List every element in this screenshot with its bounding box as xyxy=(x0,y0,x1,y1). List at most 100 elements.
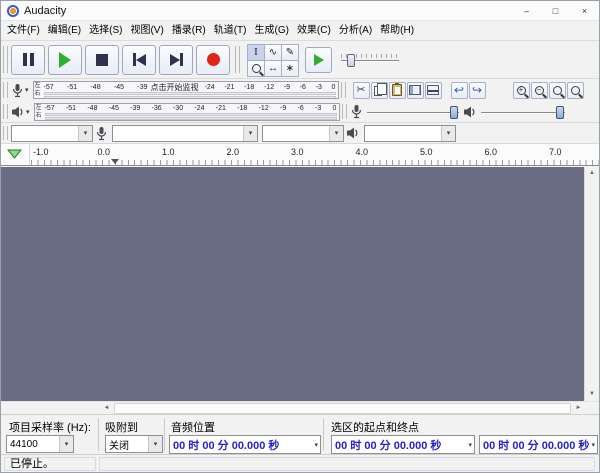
horizontal-scrollbar-thumb[interactable] xyxy=(114,403,571,414)
zoom-in-button[interactable]: + xyxy=(513,82,530,99)
vertical-scrollbar[interactable]: ▲ ▼ xyxy=(584,167,599,401)
timeline-play-triangle-icon[interactable] xyxy=(7,149,22,159)
chevron-down-icon[interactable]: ▾ xyxy=(590,441,596,449)
playback-volume-slider[interactable] xyxy=(481,104,565,120)
meter-scale-tick: -12 xyxy=(264,84,274,91)
pause-button[interactable] xyxy=(11,45,45,75)
paste-button[interactable] xyxy=(389,82,406,99)
menu-item[interactable]: 编辑(E) xyxy=(44,21,85,41)
ruler-tick-label: 5.0 xyxy=(420,147,485,157)
toolbar-grip[interactable] xyxy=(341,82,346,98)
scroll-up-button[interactable]: ▲ xyxy=(586,167,599,180)
chevron-down-icon[interactable]: ▾ xyxy=(467,441,473,449)
meter-scale-tick: -39 xyxy=(130,105,140,112)
cut-button[interactable]: ✂ xyxy=(353,82,370,99)
redo-button[interactable]: ↪ xyxy=(469,82,486,99)
speaker-icon xyxy=(11,105,25,119)
chevron-down-icon[interactable]: ▾ xyxy=(78,126,92,141)
start-monitoring-hint[interactable]: 点击开始监视 xyxy=(151,82,199,93)
track-canvas[interactable] xyxy=(1,167,586,401)
selection-tool-icon: I xyxy=(254,46,258,58)
menu-item[interactable]: 生成(G) xyxy=(250,21,292,41)
close-button[interactable]: × xyxy=(570,1,599,20)
toolbar-grip[interactable] xyxy=(3,104,8,119)
chevron-down-icon[interactable]: ▾ xyxy=(329,126,343,141)
recording-device-select[interactable]: ▾ xyxy=(112,125,258,142)
menu-item[interactable]: 播录(R) xyxy=(168,21,210,41)
snap-to-select[interactable]: 关闭 ▾ xyxy=(105,435,163,453)
silence-audio-button[interactable] xyxy=(425,82,442,99)
trim-audio-button[interactable] xyxy=(407,82,424,99)
window-controls: – □ × xyxy=(512,1,599,20)
playback-meter[interactable]: 左右 -57-51-48-45-39-36-30-24-21-18-12-9-6… xyxy=(34,103,340,121)
stop-button[interactable] xyxy=(85,45,119,75)
toolbar-grip[interactable] xyxy=(3,126,8,140)
playback-device-select[interactable]: ▾ xyxy=(364,125,456,142)
chevron-down-icon[interactable]: ▾ xyxy=(441,126,455,141)
minimize-button[interactable]: – xyxy=(512,1,541,20)
selection-start-field[interactable]: 00 时 00 分 00.000 秒 ▾ xyxy=(331,435,475,454)
play-speed-slider[interactable] xyxy=(341,52,399,68)
record-button[interactable] xyxy=(196,45,230,75)
menu-item[interactable]: 帮助(H) xyxy=(376,21,418,41)
chevron-down-icon[interactable]: ▾ xyxy=(313,441,319,449)
toolbar-grip[interactable] xyxy=(235,46,240,73)
skip-to-end-button[interactable] xyxy=(159,45,193,75)
selection-tool-button[interactable]: I xyxy=(247,44,265,61)
menu-item[interactable]: 选择(S) xyxy=(85,21,126,41)
menu-item[interactable]: 文件(F) xyxy=(3,21,44,41)
copy-button[interactable] xyxy=(371,82,388,99)
multi-tool-icon: ∗ xyxy=(286,63,294,74)
skip-to-start-button[interactable] xyxy=(122,45,156,75)
chevron-down-icon[interactable]: ▾ xyxy=(59,436,73,452)
redo-icon: ↪ xyxy=(472,84,482,96)
meter-scale-tick: 0 xyxy=(333,105,337,112)
undo-button[interactable]: ↩ xyxy=(451,82,468,99)
audio-host-select[interactable]: ▾ xyxy=(11,125,93,142)
zoom-out-button[interactable]: − xyxy=(531,82,548,99)
chevron-down-icon[interactable]: ▾ xyxy=(148,436,162,452)
selection-end-field[interactable]: 00 时 00 分 00.000 秒 ▾ xyxy=(479,435,598,454)
zoom-out-icon: − xyxy=(535,86,544,95)
meter-scale-tick: -24 xyxy=(205,84,215,91)
timeshift-tool-button[interactable]: ↔ xyxy=(264,60,282,77)
zoom-tool-button[interactable] xyxy=(247,60,265,77)
envelope-tool-button[interactable]: ∿ xyxy=(264,44,282,61)
meter-scale-tick: -45 xyxy=(114,84,124,91)
zoom-fit-button[interactable] xyxy=(567,82,584,99)
play-at-speed-button[interactable] xyxy=(305,47,332,73)
audio-position-field[interactable]: 00 时 00 分 00.000 秒 ▾ xyxy=(169,435,321,454)
chevron-down-icon[interactable]: ▾ xyxy=(243,126,257,141)
timeline-ruler[interactable]: -1.00.01.02.03.04.05.06.07.0 xyxy=(1,144,599,166)
playback-volume-thumb[interactable] xyxy=(556,106,564,119)
maximize-button[interactable]: □ xyxy=(541,1,570,20)
menu-item[interactable]: 轨道(T) xyxy=(210,21,251,41)
selection-toolbar: 项目采样率 (Hz): 吸附到 音频位置 选区的起点和终点 44100 ▾ 关闭… xyxy=(1,414,599,454)
recording-channels-select[interactable]: ▾ xyxy=(262,125,344,142)
meter-scale-tick: -3 xyxy=(316,84,322,91)
play-speed-slider-thumb[interactable] xyxy=(347,54,355,67)
record-meter-dropdown-arrow[interactable]: ▾ xyxy=(25,86,29,94)
playback-meter-body: -57-51-48-45-39-36-30-24-21-18-12-9-6-30 xyxy=(43,104,339,120)
meter-scale-tick: -48 xyxy=(87,105,97,112)
title-bar: Audacity – □ × xyxy=(1,1,599,21)
zoom-selection-button[interactable] xyxy=(549,82,566,99)
toolbar-grip[interactable] xyxy=(3,46,8,73)
menu-item[interactable]: 分析(A) xyxy=(335,21,376,41)
skip-to-start-icon xyxy=(133,53,146,66)
meter-scale-tick: -12 xyxy=(259,105,269,112)
draw-tool-button[interactable]: ✎ xyxy=(281,44,299,61)
recording-volume-thumb[interactable] xyxy=(450,106,458,119)
play-button[interactable] xyxy=(48,45,82,75)
project-rate-select[interactable]: 44100 ▾ xyxy=(6,435,74,453)
recording-meter[interactable]: 左右 -57-51-48-45-39 点击开始监视 -24-21-18-12-9… xyxy=(33,81,339,99)
toolbar-grip[interactable] xyxy=(342,104,347,119)
meter-scale-tick: -21 xyxy=(216,105,226,112)
toolbar-grip[interactable] xyxy=(3,82,8,98)
menu-item[interactable]: 效果(C) xyxy=(293,21,335,41)
play-meter-dropdown-arrow[interactable]: ▾ xyxy=(26,108,30,116)
multi-tool-button[interactable]: ∗ xyxy=(281,60,299,77)
recording-volume-slider[interactable] xyxy=(367,104,459,120)
scroll-down-button[interactable]: ▼ xyxy=(586,388,599,401)
menu-item[interactable]: 视图(V) xyxy=(126,21,167,41)
